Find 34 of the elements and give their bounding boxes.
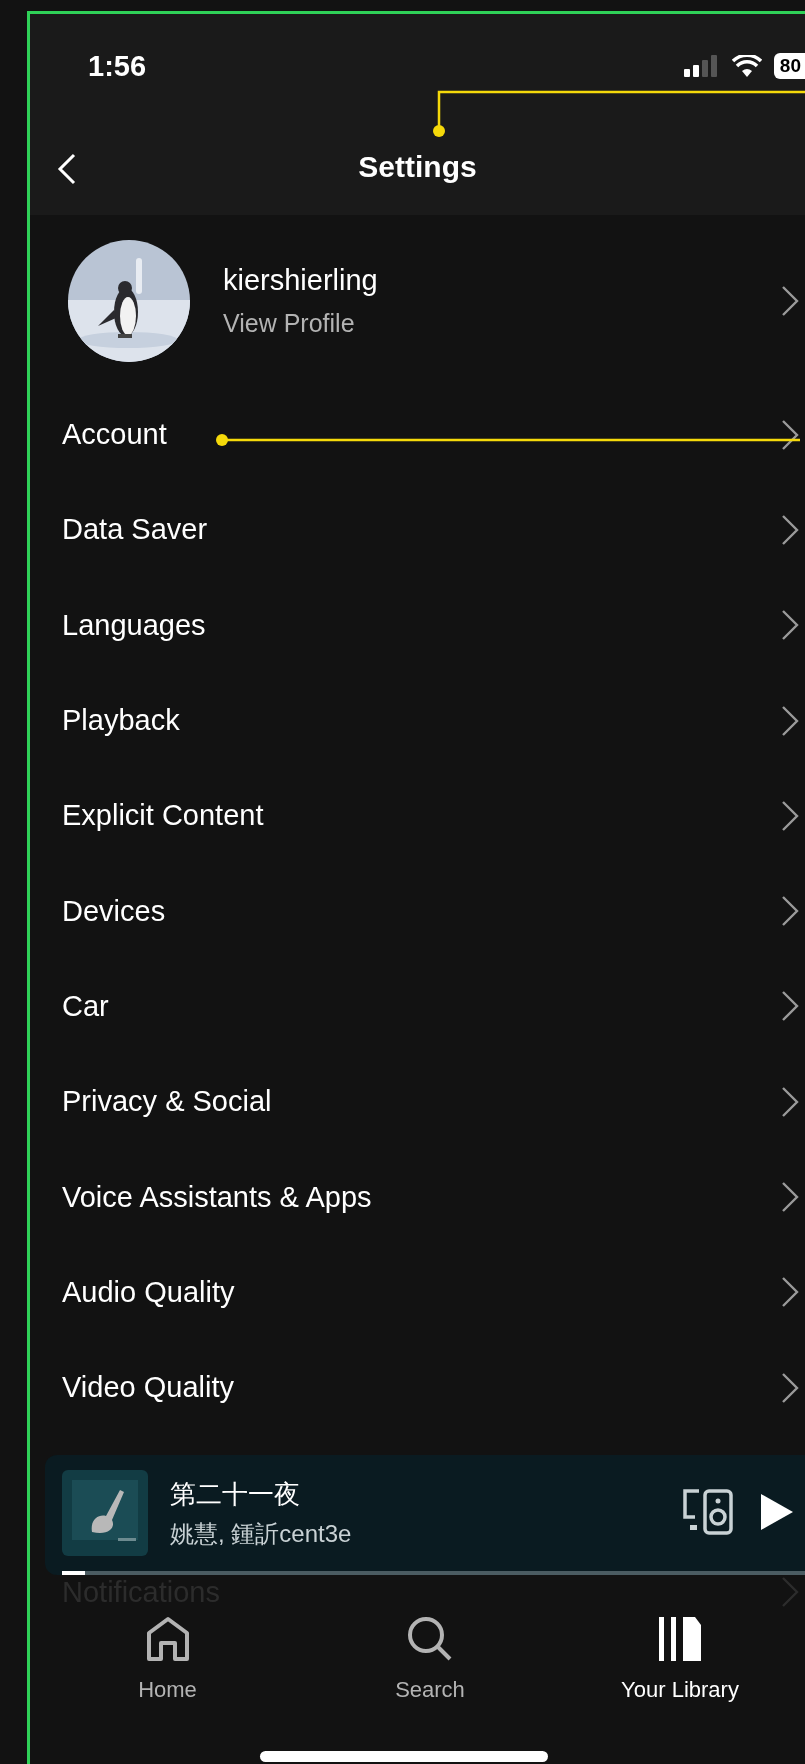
nav-tab[interactable]: Your Library: [555, 1615, 805, 1734]
settings-item[interactable]: Audio Quality: [30, 1244, 805, 1340]
signal-icon: [683, 55, 720, 77]
back-icon: [56, 152, 78, 186]
chevron-icon: [780, 1084, 800, 1119]
profile-name: kiershierling: [223, 264, 379, 297]
settings-item[interactable]: Data Saver: [30, 482, 805, 578]
chevron-icon: [780, 1180, 800, 1214]
chevron-icon: [780, 1370, 800, 1405]
settings-item[interactable]: Languages: [30, 577, 805, 673]
settings-item[interactable]: Privacy & Social: [30, 1054, 805, 1150]
settings-item[interactable]: Explicit Content: [30, 768, 805, 864]
settings-item[interactable]: Voice Assistants & Apps: [30, 1149, 805, 1245]
settings-item[interactable]: Playback: [30, 672, 805, 769]
nav-tab[interactable]: Home: [30, 1615, 305, 1734]
chevron-icon: [780, 703, 800, 738]
settings-item[interactable]: Account: [30, 387, 805, 483]
battery-level: 80: [773, 53, 805, 79]
track-title: 第二十一夜: [170, 1477, 301, 1511]
view-profile-link[interactable]: View Profile: [223, 309, 780, 338]
track-artist: 姚慧, 鍾訢cent3e: [170, 1518, 353, 1549]
settings-item[interactable]: Devices: [30, 863, 805, 959]
status-time: 1:56: [88, 49, 148, 83]
chevron-icon: [780, 798, 800, 833]
page-title: Settings: [358, 149, 477, 184]
nav-tab[interactable]: Search: [305, 1615, 555, 1734]
settings-item[interactable]: Video Quality: [30, 1339, 805, 1436]
chevron-icon: [780, 284, 800, 318]
chevron-icon: [780, 417, 800, 452]
wifi-icon: [731, 55, 762, 77]
chevron-icon: [780, 512, 800, 547]
home-icon: [144, 1615, 191, 1664]
library-icon: [657, 1615, 703, 1664]
settings-item[interactable]: Car: [30, 958, 805, 1055]
